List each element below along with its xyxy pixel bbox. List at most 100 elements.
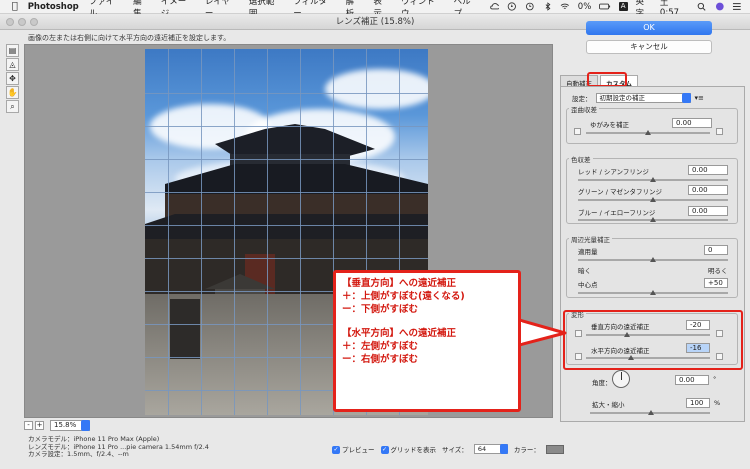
angle-dial[interactable] [612,370,630,388]
grid-line [145,258,428,259]
straighten-icon[interactable]: ◬ [6,58,19,71]
close-window-icon[interactable] [6,18,14,26]
slider-thumb[interactable] [650,290,656,295]
tool-strip: ▤ ◬ ✥ ✋ ⌕ [6,44,20,114]
apple-icon[interactable]:  [8,1,22,12]
menubar:  Photoshop ファイル 編集 イメージ レイヤー 選択範囲 フィルター… [0,0,750,19]
zoom-icon[interactable]: ⌕ [6,100,19,113]
grid-line [145,126,428,127]
grid-line [267,49,268,415]
bottom-options: ✓ プレビュー ✓ グリッドを表示 サイズ： 64 カラー： [332,444,564,454]
grid-line [145,192,428,193]
checkmark-icon: ✓ [380,446,389,454]
green-magenta-field[interactable]: 0.00 [688,185,728,195]
siri-icon[interactable] [715,2,725,11]
move-grid-icon[interactable]: ✥ [6,72,19,85]
search-icon[interactable] [697,2,707,11]
callout-pointer [519,318,567,347]
distortion-label: ゆがみを補正 [590,121,629,129]
annotation-callout: 【垂直方向】への遠近補正 ＋：上側がすぼむ(遠くなる) ー：下側がすぼむ 【水平… [333,270,521,412]
annotation-line: ー：右側がすぼむ [342,354,419,365]
minimize-window-icon[interactable] [18,18,26,26]
show-grid-label: グリッドを表示 [390,446,437,454]
settings-label: 設定： [572,95,592,103]
vignette-title: 周辺光量補正 [569,234,612,244]
slider-thumb[interactable] [650,197,656,202]
annotation-line: 【垂直方向】への遠近補正 [342,278,457,289]
grid-size-select[interactable]: 64 [473,444,508,454]
vignette-midpoint-field[interactable]: +50 [704,278,728,288]
hand-icon[interactable]: ✋ [6,86,19,99]
vignette-amount-label: 適用量 [578,248,598,256]
notification-center-icon[interactable] [732,2,742,11]
angle-field[interactable]: 0.00 [675,375,709,385]
green-magenta-label: グリーン / マゼンタフリンジ [578,188,662,196]
lens-tool-icon[interactable]: ▤ [6,44,19,57]
instruction-text: 画像の左または右側に向けて水平方向の遠近補正を設定します。 [28,34,231,42]
checkmark-icon: ✓ [332,446,340,454]
chromatic-title: 色収差 [569,154,593,164]
color-label: カラー： [513,446,540,454]
battery-icon[interactable] [599,2,611,11]
slider-thumb[interactable] [645,130,651,135]
settings-menu-icon[interactable]: ▾≡ [695,94,704,102]
zoom-select[interactable]: 15.8% [50,420,90,431]
transform-highlight [563,310,743,370]
bluetooth-icon[interactable] [543,2,553,11]
grid-line [300,49,301,415]
vignette-amount-field[interactable]: 0 [704,245,728,255]
camera-settings: カメラ設定：1.5mm、f/2.4、--m [28,450,129,458]
pincushion-icon [716,128,723,135]
zoom-window-icon[interactable] [30,18,38,26]
annotation-line: ＋：左側がすぼむ [342,341,419,352]
grid-line [168,49,169,415]
input-source-icon[interactable]: A [618,2,628,11]
vignette-dark-label: 暗く [578,267,591,275]
window-title: レンズ補正 (15.8%) [335,17,415,27]
angle-unit: ° [713,375,717,383]
vignette-midpoint-label: 中心点 [578,281,598,289]
grid-size-value: 64 [477,445,487,453]
vignette-bright-label: 明るく [708,267,728,275]
grid-color-swatch[interactable] [545,444,564,454]
chevron-down-icon [81,420,90,431]
slider-thumb[interactable] [650,177,656,182]
custom-tab-highlight [587,72,627,87]
ok-button[interactable]: OK [586,21,712,35]
timemachine-icon[interactable] [525,2,535,11]
barrel-icon [574,128,581,135]
zoom-out-button[interactable]: - [24,421,33,430]
grid-line [234,49,235,415]
grid-line [201,49,202,415]
chevron-down-icon [681,93,691,103]
distortion-field[interactable]: 0.00 [672,118,712,128]
settings-row: 設定： 初期設定の補正 ▾≡ [572,93,704,103]
slider-thumb[interactable] [650,217,656,222]
size-label: サイズ： [442,446,468,454]
zoom-bar: - + 15.8% [24,420,90,431]
app-menu[interactable]: Photoshop [28,2,79,12]
cloud-icon[interactable] [489,2,500,11]
red-cyan-field[interactable]: 0.00 [688,165,728,175]
settings-select[interactable]: 初期設定の補正 [595,93,691,103]
scale-field[interactable]: 100 [686,398,710,408]
zoom-in-button[interactable]: + [35,421,44,430]
grid-line [145,159,428,160]
wifi-icon[interactable] [560,2,570,11]
show-grid-checkbox[interactable]: ✓ グリッドを表示 [380,444,437,454]
blue-yellow-label: ブルー / イエローフリンジ [578,209,656,217]
preview-checkbox[interactable]: ✓ プレビュー [332,444,375,454]
slider-thumb[interactable] [650,257,656,262]
grid-line [145,93,428,94]
blue-yellow-field[interactable]: 0.00 [688,206,728,216]
distortion-title: 歪曲収差 [569,104,599,114]
grid-line [145,225,428,226]
camera-info: カメラモデル：iPhone 11 Pro Max (Apple) レンズモデル：… [28,435,209,459]
compass-icon[interactable] [507,2,517,11]
scale-unit: % [714,399,721,407]
settings-value: 初期設定の補正 [599,94,646,102]
cancel-button[interactable]: キャンセル [586,40,712,54]
scale-label: 拡大・縮小 [592,401,625,409]
slider-thumb[interactable] [648,410,654,415]
zoom-value: 15.8% [54,421,77,429]
